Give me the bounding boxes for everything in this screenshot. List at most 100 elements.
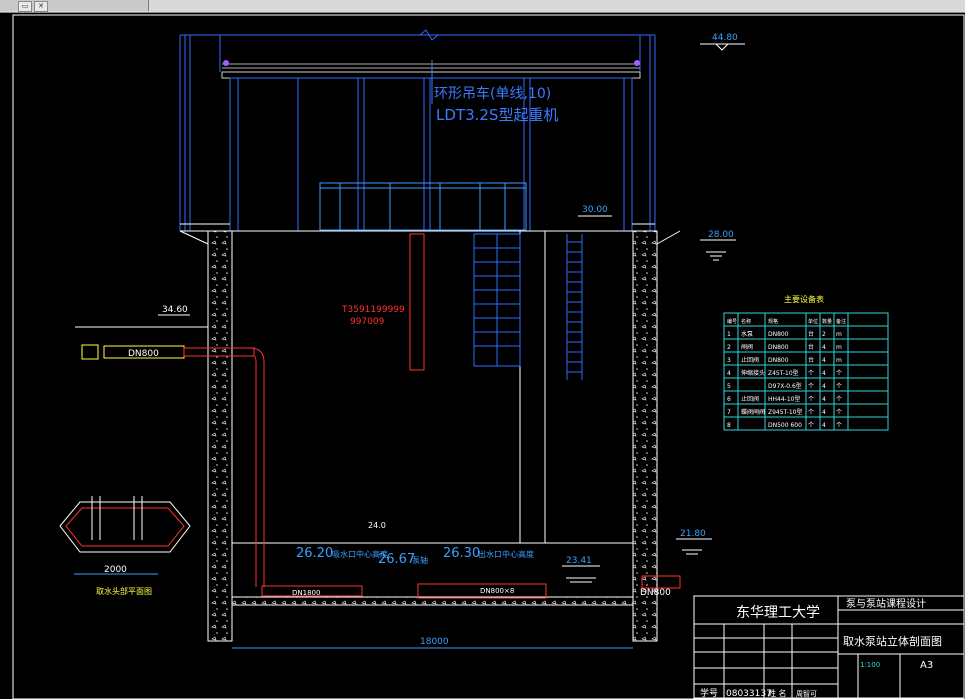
stair-grid	[473, 233, 521, 367]
table-cell: 个	[808, 370, 814, 377]
table-cell: 4	[822, 357, 826, 364]
table-cell: 2	[727, 344, 731, 351]
elev-right-low-marker	[676, 538, 712, 555]
table-cell: m	[836, 344, 842, 351]
red-note-1: T3591199999	[341, 305, 405, 315]
table-cell: 4	[822, 422, 826, 429]
table-cell: 伸缩接头	[741, 369, 765, 377]
dn800-outlet-label: DN800	[640, 588, 671, 598]
sheet-size: A3	[920, 660, 933, 671]
student-no-label: 学号	[700, 687, 718, 699]
table-cell: 个	[836, 370, 842, 377]
table-cell: 7	[727, 409, 731, 416]
pipe-elev-b: 26.67	[378, 552, 415, 567]
elev-floor: 24.0	[368, 521, 386, 530]
bottom-pipes	[261, 575, 681, 599]
left-corbel	[179, 230, 209, 245]
discharge-label: DN800×8	[480, 587, 514, 595]
scale: 1:100	[860, 661, 880, 669]
elev-right: 28.00	[708, 230, 734, 240]
restore-button[interactable]: ▭	[18, 1, 32, 12]
course-name: 泵与泵站课程设计	[846, 597, 926, 610]
close-button[interactable]: ✕	[34, 1, 48, 12]
pipe-elev-a: 26.20	[296, 546, 333, 561]
table-cell: DN800	[768, 344, 789, 351]
table-header-cell: 备注	[836, 318, 846, 325]
plan-caption: 取水头部平面图	[96, 586, 152, 596]
table-cell: 个	[836, 383, 842, 390]
table-cell: 4	[822, 396, 826, 403]
table-cell: Z945T-10型	[768, 408, 802, 416]
dn800-inlet-label: DN800	[128, 349, 159, 359]
elev-top-marker	[700, 43, 745, 51]
bottom-dimension: 18000	[420, 637, 449, 647]
table-header-cell: 名称	[741, 318, 751, 325]
signer-name: 周智可	[796, 689, 817, 698]
table-cell: DN500 600	[768, 422, 802, 429]
table-cell: Z45T-10型	[768, 369, 799, 377]
cad-canvas[interactable]: 环形吊车(单线,10) LDT3.2S型起重机 T3591199999 9970…	[0, 12, 965, 699]
table-cell: 个	[808, 422, 814, 429]
table-header-cell: 单位	[808, 318, 818, 325]
suction-pipe-label: DN1800	[292, 589, 320, 597]
table-cell: 6	[727, 396, 731, 403]
table-cell: 4	[822, 370, 826, 377]
table-cell: D97X-0.6型	[768, 382, 802, 390]
table-cell: 4	[822, 409, 826, 416]
equipment-table: 主要设备表 编号 名称 规格 单位 数量 备注 1 水泵 DN800 台 2 m 2 闸阀 DN800 台 4 m…	[723, 294, 889, 431]
column-cap-right	[634, 60, 640, 66]
table-cell: HH44-10型	[768, 395, 800, 403]
elev-left-inlet: 34.60	[162, 305, 188, 315]
left-wall	[207, 230, 233, 642]
table-cell: 4	[822, 344, 826, 351]
drawing-title: 取水泵站立体剖面图	[843, 634, 942, 648]
table-cell: 8	[727, 422, 731, 429]
table-cell: 5	[727, 383, 731, 390]
table-cell: 台	[808, 356, 814, 364]
table-cell: 台	[808, 330, 814, 338]
table-cell: 3	[727, 357, 731, 364]
table-cell: 个	[836, 396, 842, 403]
right-wall	[632, 230, 658, 642]
table-cell: 个	[836, 422, 842, 429]
table-cell: 蝶阀闸阀	[741, 408, 765, 416]
crane-label-1: 环形吊车(单线,10)	[434, 85, 551, 102]
name-label: 姓 名	[768, 688, 787, 698]
table-cell: 个	[808, 396, 814, 403]
inlet-pipe	[75, 326, 265, 587]
table-cell: m	[836, 357, 842, 364]
table-cell: m	[836, 331, 842, 338]
ladder	[566, 234, 583, 380]
red-note-2: 997009	[350, 317, 385, 327]
elev-top: 44.80	[712, 33, 738, 43]
elev-right-low: 21.80	[680, 529, 706, 539]
plan-dim: 2000	[104, 565, 127, 575]
table-cell: 台	[808, 343, 814, 351]
right-corbel	[656, 230, 681, 245]
table-cell: 个	[808, 383, 814, 390]
pipe-elev-c-note: 出水口中心高度	[478, 549, 534, 559]
table-cell: 止回阀	[741, 395, 759, 403]
elev-water-marker	[562, 565, 600, 583]
elev-right-marker	[700, 239, 736, 261]
table-header-cell: 规格	[768, 318, 778, 325]
table-cell: 水泵	[741, 330, 753, 338]
table-header-cell: 数量	[822, 318, 832, 325]
elev-water: 23.41	[566, 556, 592, 566]
elev-mid: 30.00	[582, 205, 608, 215]
table-cell: 4	[727, 370, 731, 377]
equipment-table-title: 主要设备表	[784, 294, 824, 304]
crane-label-2: LDT3.2S型起重机	[436, 106, 558, 124]
table-cell: 止回阀	[741, 356, 759, 364]
table-cell: 2	[822, 331, 826, 338]
student-no: 08033137	[726, 689, 772, 699]
hanging-pipe	[409, 233, 425, 371]
table-header-cell: 编号	[727, 318, 737, 325]
superstructure	[179, 34, 656, 232]
table-cell: DN800	[768, 357, 789, 364]
table-cell: 个	[836, 409, 842, 416]
table-cell: 个	[808, 409, 814, 416]
table-cell: 4	[822, 383, 826, 390]
table-cell: DN800	[768, 331, 789, 338]
table-cell: 闸阀	[741, 343, 753, 351]
